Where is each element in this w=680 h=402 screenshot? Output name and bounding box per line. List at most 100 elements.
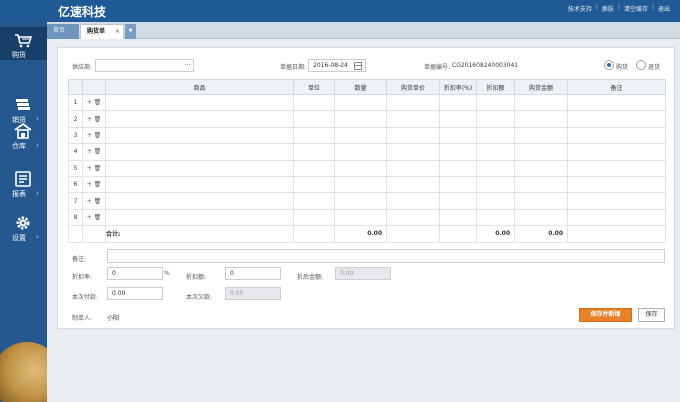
grid-cell[interactable] xyxy=(293,93,335,112)
row-actions-add-delete-icons[interactable]: + 🗑 xyxy=(82,110,106,128)
radio-return[interactable] xyxy=(636,60,646,70)
grid-cell[interactable] xyxy=(476,208,515,227)
grid-cell[interactable] xyxy=(514,208,568,227)
date-field[interactable]: 2016-08-24 xyxy=(308,59,366,72)
grid-cell[interactable] xyxy=(105,192,294,210)
grid-cell[interactable] xyxy=(293,208,335,227)
grid-cell[interactable] xyxy=(567,208,666,227)
grid-cell[interactable] xyxy=(334,143,387,161)
col-header-product: 商品 xyxy=(105,79,294,95)
grid-cell[interactable] xyxy=(105,143,294,161)
row-actions-add-delete-icons[interactable]: + 🗑 xyxy=(82,175,106,194)
grid-cell[interactable] xyxy=(105,208,294,227)
grid-cell[interactable] xyxy=(334,175,387,194)
grid-cell[interactable] xyxy=(476,175,515,194)
remark-input[interactable] xyxy=(107,249,665,263)
grid-cell[interactable] xyxy=(514,159,568,177)
grid-cell[interactable] xyxy=(334,93,387,112)
grid-cell[interactable] xyxy=(293,110,335,128)
change-skin-link[interactable]: 换肤 xyxy=(602,4,614,13)
grid-cell[interactable] xyxy=(567,192,666,210)
grid-cell[interactable] xyxy=(514,93,568,112)
grid-cell[interactable] xyxy=(334,159,387,177)
grid-cell[interactable] xyxy=(439,126,477,145)
discount-amount-input[interactable]: 0 xyxy=(225,267,281,280)
grid-cell[interactable] xyxy=(334,110,387,128)
grid-cell[interactable] xyxy=(105,126,294,145)
sidebar-item-purchase[interactable]: 购货 xyxy=(0,27,47,60)
paid-input[interactable]: 0.00 xyxy=(107,287,163,300)
grid-cell[interactable] xyxy=(293,159,335,177)
logout-link[interactable]: 退出 xyxy=(658,4,670,13)
grid-cell[interactable] xyxy=(567,159,666,177)
table-row: 8 + 🗑 xyxy=(68,208,666,227)
grid-cell[interactable] xyxy=(439,93,477,112)
grid-cell[interactable] xyxy=(567,93,666,112)
row-actions-add-delete-icons[interactable]: + 🗑 xyxy=(82,126,106,145)
grid-cell[interactable] xyxy=(293,143,335,161)
grid-cell[interactable] xyxy=(567,175,666,194)
sidebar-item-reports[interactable]: 报表 › xyxy=(0,166,47,199)
grid-cell[interactable] xyxy=(476,110,515,128)
grid-cell[interactable] xyxy=(567,110,666,128)
grid-cell[interactable] xyxy=(476,126,515,145)
supplier-field[interactable]: ··· xyxy=(95,59,194,72)
grid-cell[interactable] xyxy=(105,93,294,112)
grid-cell[interactable] xyxy=(514,143,568,161)
grid-cell[interactable] xyxy=(293,192,335,210)
grid-cell[interactable] xyxy=(476,159,515,177)
discount-rate-input[interactable]: 0 xyxy=(107,267,163,280)
grid-cell[interactable] xyxy=(567,143,666,161)
grid-cell[interactable] xyxy=(386,208,440,227)
sidebar-item-settings[interactable]: 设置 › xyxy=(0,210,47,243)
grid-cell[interactable] xyxy=(386,159,440,177)
grid-cell[interactable] xyxy=(293,126,335,145)
radio-purchase[interactable] xyxy=(604,60,614,70)
tab-home[interactable]: 首页 xyxy=(47,24,79,39)
grid-cell[interactable] xyxy=(105,175,294,194)
grid-cell[interactable] xyxy=(476,93,515,112)
grid-cell[interactable] xyxy=(386,143,440,161)
grid-cell[interactable] xyxy=(514,110,568,128)
grid-cell[interactable] xyxy=(386,110,440,128)
grid-cell[interactable] xyxy=(105,110,294,128)
grid-cell[interactable] xyxy=(105,159,294,177)
row-actions-add-delete-icons[interactable]: + 🗑 xyxy=(82,208,106,227)
save-and-new-button[interactable]: 保存并新增 xyxy=(579,308,632,322)
grid-cell[interactable] xyxy=(386,192,440,210)
calendar-icon[interactable] xyxy=(354,62,362,70)
save-button[interactable]: 保存 xyxy=(638,308,665,322)
tech-support-link[interactable]: 技术支持 xyxy=(568,4,592,13)
grid-cell[interactable] xyxy=(514,126,568,145)
grid-cell[interactable] xyxy=(386,175,440,194)
table-row: 7 + 🗑 xyxy=(68,192,666,210)
grid-cell[interactable] xyxy=(439,175,477,194)
grid-cell[interactable] xyxy=(334,208,387,227)
tab-menu-chevron-down-icon[interactable]: ▼ xyxy=(125,24,136,39)
sidebar-item-warehouse[interactable]: 仓库 › xyxy=(0,118,47,151)
tab-purchase-order[interactable]: 购货单 × xyxy=(80,24,124,39)
row-actions-add-delete-icons[interactable]: + 🗑 xyxy=(82,93,106,112)
grid-cell[interactable] xyxy=(293,175,335,194)
grid-cell[interactable] xyxy=(439,208,477,227)
row-actions-add-delete-icons[interactable]: + 🗑 xyxy=(82,192,106,210)
grid-cell[interactable] xyxy=(386,93,440,112)
grid-cell[interactable] xyxy=(514,175,568,194)
grid-cell[interactable] xyxy=(439,159,477,177)
grid-cell[interactable] xyxy=(476,143,515,161)
grid-cell[interactable] xyxy=(476,192,515,210)
grid-cell[interactable] xyxy=(439,192,477,210)
total-cell xyxy=(439,225,477,243)
grid-cell[interactable] xyxy=(334,126,387,145)
grid-cell[interactable] xyxy=(386,126,440,145)
grid-cell[interactable] xyxy=(514,192,568,210)
row-actions-add-delete-icons[interactable]: + 🗑 xyxy=(82,143,106,161)
grid-cell[interactable] xyxy=(439,143,477,161)
grid-cell[interactable] xyxy=(439,110,477,128)
clear-cache-link[interactable]: 清空缓存 xyxy=(624,4,648,13)
grid-cell[interactable] xyxy=(334,192,387,210)
close-icon[interactable]: × xyxy=(115,25,120,39)
supplier-picker-icon[interactable]: ··· xyxy=(184,60,191,71)
row-actions-add-delete-icons[interactable]: + 🗑 xyxy=(82,159,106,177)
grid-cell[interactable] xyxy=(567,126,666,145)
